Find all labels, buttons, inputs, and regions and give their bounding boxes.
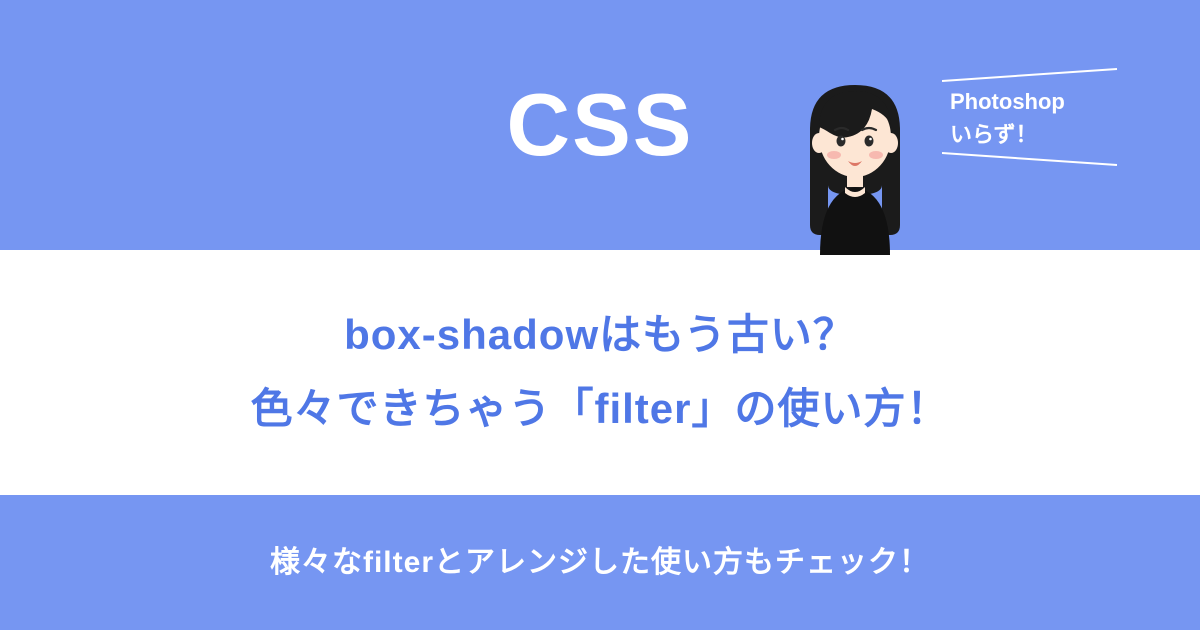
subtitle: 様々なfilterとアレンジした使い方もチェック！ [0, 495, 1200, 581]
title-line-2: 色々できちゃう「filter」の使い方！ [30, 372, 1170, 446]
callout-line-1: Photoshop [950, 85, 1120, 118]
avatar [790, 75, 920, 260]
avatar-icon [790, 75, 920, 255]
callout-line-2: いらず！ [950, 118, 1120, 151]
title-band: box-shadowはもう古い？ 色々できちゃう「filter」の使い方！ [0, 250, 1200, 495]
speech-callout: Photoshop いらず！ [950, 85, 1120, 151]
category-label: CSS [507, 74, 694, 176]
title-line-1: box-shadowはもう古い？ [30, 298, 1170, 372]
hero-banner: CSS [0, 0, 1200, 250]
